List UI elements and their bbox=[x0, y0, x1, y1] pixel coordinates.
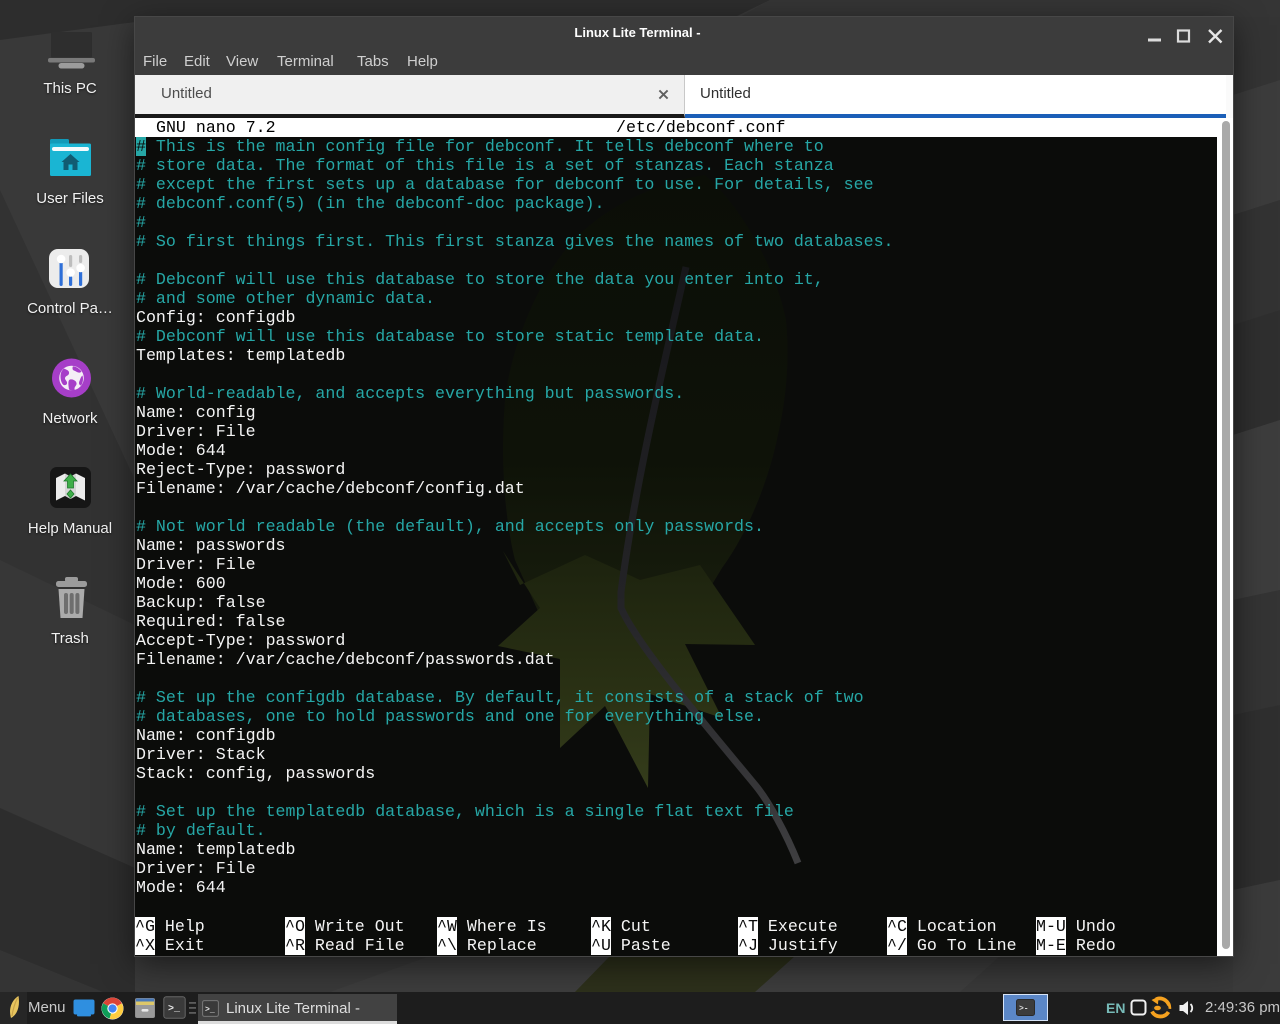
svg-text:>_: >_ bbox=[205, 1005, 215, 1014]
svg-text:>_: >_ bbox=[168, 1004, 181, 1015]
svg-text:>-: >- bbox=[1019, 1005, 1029, 1014]
